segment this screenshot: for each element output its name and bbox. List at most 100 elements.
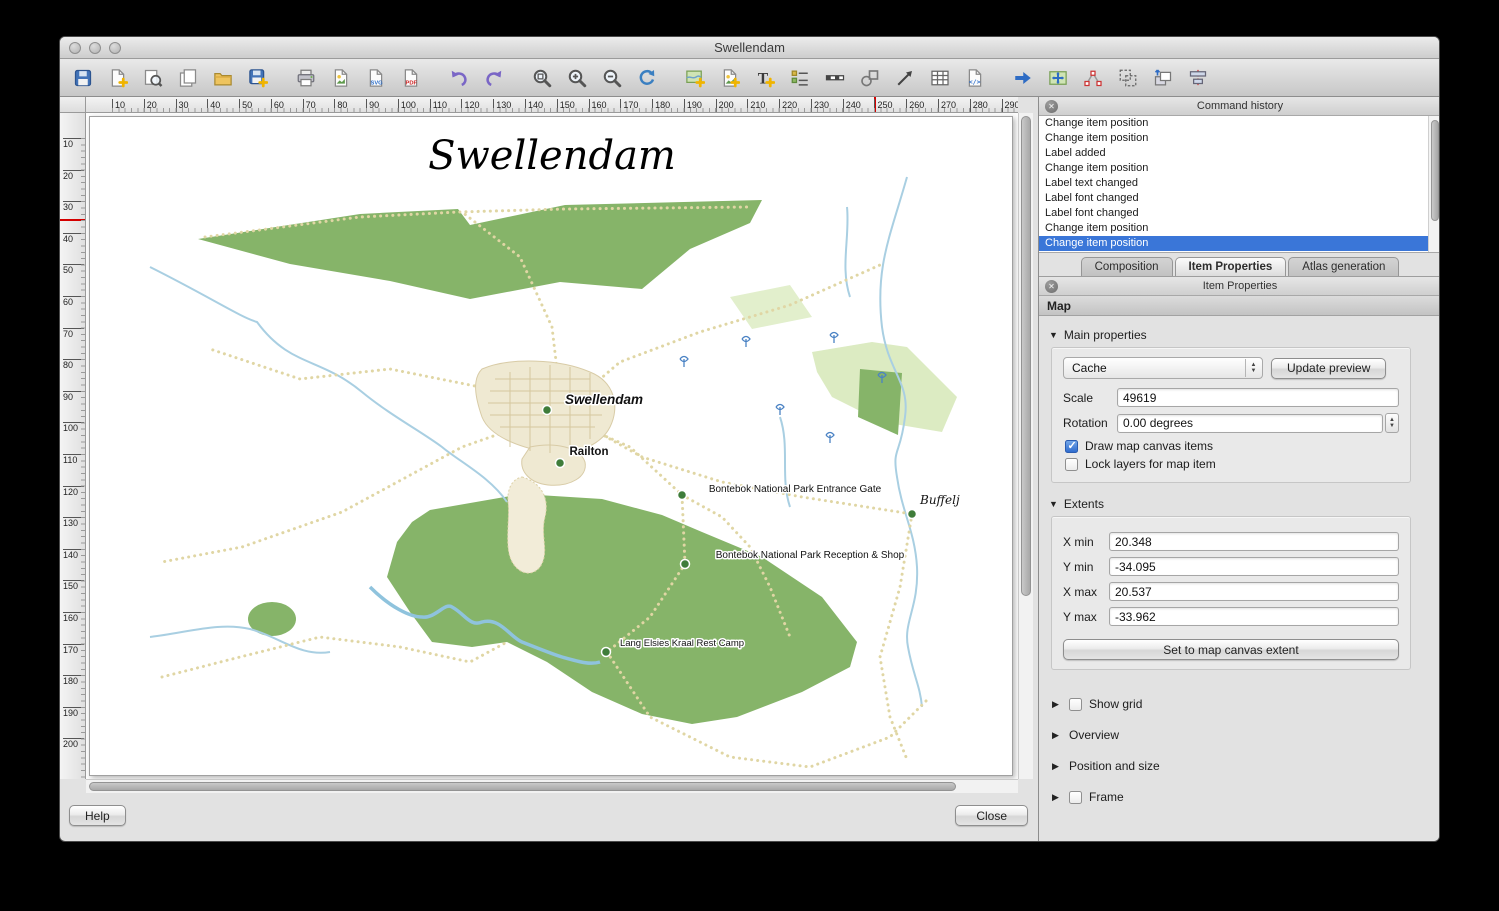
history-item-2[interactable]: Label added: [1039, 146, 1428, 161]
rotation-spinner[interactable]: ▲▼: [1385, 413, 1399, 433]
h-ruler-label-50: 50: [239, 99, 252, 112]
help-button[interactable]: Help: [69, 805, 126, 826]
add-new-label-button[interactable]: T: [752, 65, 778, 91]
close-window-icon[interactable]: [69, 42, 81, 54]
add-arrow-icon: [895, 68, 915, 88]
zoom-out-button[interactable]: [599, 65, 625, 91]
history-item-8[interactable]: Change item position: [1039, 236, 1428, 251]
composition-title-label[interactable]: Swellendam: [428, 133, 676, 179]
draw-map-canvas-items-checkbox[interactable]: [1065, 440, 1078, 453]
save-as-template-button[interactable]: [245, 65, 271, 91]
h-ruler-label-210: 210: [747, 99, 765, 112]
close-panel-icon[interactable]: ✕: [1045, 100, 1058, 113]
cache-dropdown[interactable]: Cache ▲▼: [1063, 357, 1263, 379]
refresh-view-button[interactable]: [634, 65, 660, 91]
history-item-7[interactable]: Change item position: [1039, 221, 1428, 236]
duplicate-composer-button[interactable]: [140, 65, 166, 91]
y-min-input[interactable]: [1109, 557, 1399, 576]
h-ruler-label-40: 40: [207, 99, 220, 112]
new-composer-button[interactable]: [105, 65, 131, 91]
redo-button[interactable]: [481, 65, 507, 91]
h-ruler-label-170: 170: [620, 99, 638, 112]
x-min-input[interactable]: [1109, 532, 1399, 551]
titlebar[interactable]: Swellendam: [60, 37, 1439, 59]
rotation-input[interactable]: [1117, 414, 1383, 433]
y-min-label: Y min: [1063, 560, 1109, 574]
h-ruler-label-30: 30: [176, 99, 189, 112]
load-from-template-button[interactable]: [210, 65, 236, 91]
set-to-map-canvas-extent-button[interactable]: Set to map canvas extent: [1063, 639, 1399, 660]
scrollbar-thumb[interactable]: [89, 782, 956, 791]
update-preview-button[interactable]: Update preview: [1271, 358, 1386, 379]
align-selected-items-button[interactable]: [1185, 65, 1211, 91]
frame-section[interactable]: ▶ Frame: [1052, 790, 1440, 804]
overview-section[interactable]: ▶ Overview: [1052, 728, 1440, 742]
composer-window: Swellendam SVGPDFT</> 102030405060708090…: [59, 36, 1440, 842]
composition-page[interactable]: Swellendam Railton Bontebok National Par…: [89, 116, 1013, 776]
main-properties-group-header[interactable]: ▼ Main properties: [1049, 328, 1440, 342]
undo-icon: [449, 68, 469, 88]
save-project-button[interactable]: [70, 65, 96, 91]
command-history-scrollbar[interactable]: [1428, 116, 1440, 252]
add-new-map-button[interactable]: [682, 65, 708, 91]
y-max-input[interactable]: [1109, 607, 1399, 626]
minimize-window-icon[interactable]: [89, 42, 101, 54]
tab-composition[interactable]: Composition: [1081, 257, 1173, 276]
add-image-button[interactable]: [717, 65, 743, 91]
tab-item-properties[interactable]: Item Properties: [1175, 257, 1287, 276]
command-history-list: Change item positionChange item position…: [1039, 116, 1428, 252]
tab-atlas-generation[interactable]: Atlas generation: [1288, 257, 1399, 276]
composer-manager-button[interactable]: [175, 65, 201, 91]
scrollbar-thumb[interactable]: [1021, 116, 1031, 596]
select-move-item-button[interactable]: [1010, 65, 1036, 91]
add-arrow-button[interactable]: [892, 65, 918, 91]
history-item-0[interactable]: Change item position: [1039, 116, 1428, 131]
duplicate-composer-icon: [143, 68, 163, 88]
extents-group-header[interactable]: ▼ Extents: [1049, 497, 1440, 511]
history-item-5[interactable]: Label font changed: [1039, 191, 1428, 206]
scale-input[interactable]: [1117, 388, 1399, 407]
frame-checkbox[interactable]: [1069, 791, 1082, 804]
composer-canvas[interactable]: Swellendam Railton Bontebok National Par…: [86, 113, 1018, 779]
lock-layers-checkbox[interactable]: [1065, 458, 1078, 471]
raise-selected-items-button[interactable]: [1150, 65, 1176, 91]
export-as-pdf-button[interactable]: PDF: [398, 65, 424, 91]
add-html-frame-button[interactable]: </>: [962, 65, 988, 91]
zoom-in-button[interactable]: [564, 65, 590, 91]
map-item[interactable]: Swellendam Railton Bontebok National Par…: [90, 117, 1014, 777]
move-item-content-button[interactable]: [1045, 65, 1071, 91]
show-grid-checkbox[interactable]: [1069, 698, 1082, 711]
toolbar-group-0: [70, 65, 271, 91]
history-item-3[interactable]: Change item position: [1039, 161, 1428, 176]
undo-button[interactable]: [446, 65, 472, 91]
group-items-button[interactable]: [1115, 65, 1141, 91]
add-attribute-table-button[interactable]: [927, 65, 953, 91]
redo-icon: [484, 68, 504, 88]
history-item-6[interactable]: Label font changed: [1039, 206, 1428, 221]
scrollbar-thumb[interactable]: [1431, 120, 1439, 221]
close-panel-icon[interactable]: ✕: [1045, 280, 1058, 293]
select-move-item-icon: [1013, 68, 1033, 88]
history-item-1[interactable]: Change item position: [1039, 131, 1428, 146]
export-as-image-button[interactable]: [328, 65, 354, 91]
x-max-input[interactable]: [1109, 582, 1399, 601]
add-basic-shape-button[interactable]: [857, 65, 883, 91]
canvas-vertical-scrollbar[interactable]: [1018, 113, 1033, 779]
add-new-scalebar-button[interactable]: [822, 65, 848, 91]
position-and-size-section[interactable]: ▶ Position and size: [1052, 759, 1440, 773]
collapse-collapsed-icon: ▶: [1052, 699, 1062, 710]
export-as-svg-button[interactable]: SVG: [363, 65, 389, 91]
close-button[interactable]: Close: [955, 805, 1028, 826]
show-grid-section[interactable]: ▶ Show grid: [1052, 697, 1440, 711]
edit-nodes-item-button[interactable]: [1080, 65, 1106, 91]
add-new-legend-button[interactable]: [787, 65, 813, 91]
zoom-full-button[interactable]: [529, 65, 555, 91]
print-button[interactable]: [293, 65, 319, 91]
h-ruler-label-60: 60: [271, 99, 284, 112]
extents-title: Extents: [1064, 497, 1104, 511]
desktop-background: Swellendam SVGPDFT</> 102030405060708090…: [0, 0, 1499, 911]
toolbar-group-5: [1010, 65, 1211, 91]
history-item-4[interactable]: Label text changed: [1039, 176, 1428, 191]
new-composer-icon: [108, 68, 128, 88]
zoom-window-icon[interactable]: [109, 42, 121, 54]
